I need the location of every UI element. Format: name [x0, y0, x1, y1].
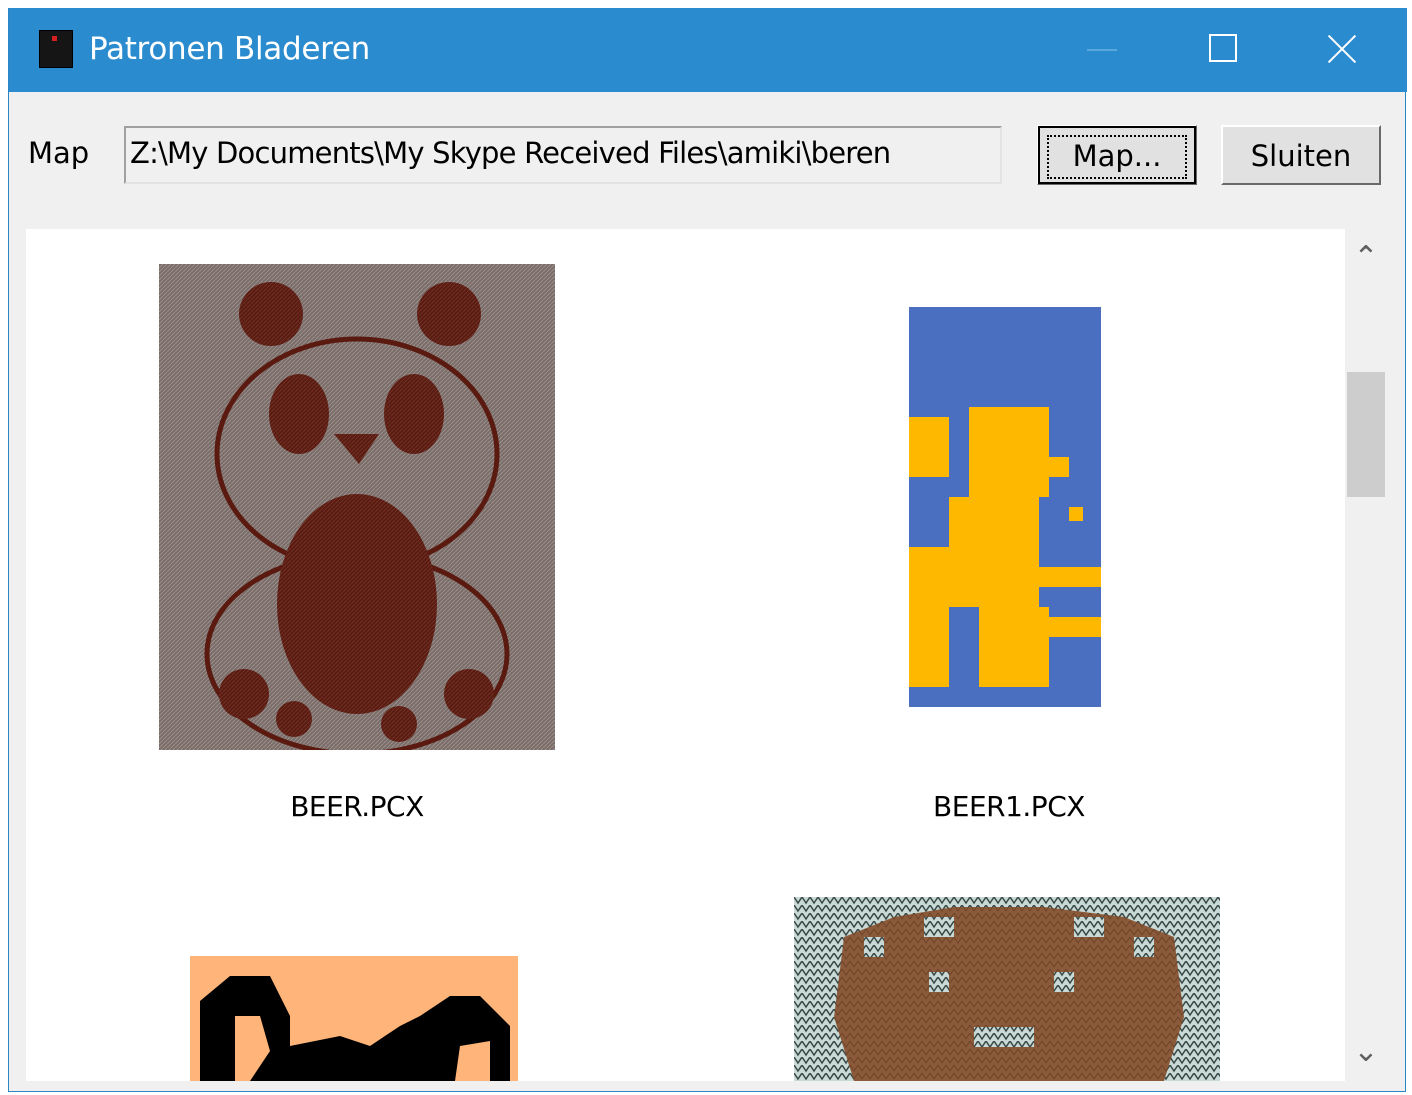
thumbnail-beer1-pcx[interactable] [909, 307, 1101, 707]
thumbnail-viewer[interactable]: BEER.PCX BEER1.PCX ⌃ ⌄ [26, 229, 1387, 1081]
vertical-scrollbar[interactable]: ⌃ ⌄ [1345, 229, 1387, 1081]
maximize-button[interactable] [1171, 8, 1271, 92]
thumbnail-3[interactable] [190, 956, 518, 1081]
app-icon[interactable] [39, 30, 73, 68]
patronen-bladeren-window: Patronen Bladeren Map Z:\My Documents\My… [8, 8, 1407, 1092]
thumbnail-beer-pcx[interactable] [159, 264, 555, 757]
minimize-button[interactable] [1052, 8, 1152, 92]
close-window-button[interactable] [1293, 8, 1393, 92]
chevron-up-icon[interactable]: ⌃ [1345, 233, 1387, 283]
title-bar[interactable]: Patronen Bladeren [9, 8, 1407, 92]
scrollbar-thumb[interactable] [1347, 372, 1385, 497]
map-label: Map [28, 136, 90, 170]
close-button[interactable]: Sluiten [1221, 125, 1381, 185]
thumbnail-4[interactable] [794, 897, 1220, 1081]
chevron-down-icon[interactable]: ⌄ [1345, 1027, 1387, 1077]
thumbnail-label: BEER.PCX [290, 790, 424, 823]
map-browse-button[interactable]: Map... [1037, 125, 1197, 185]
window-title: Patronen Bladeren [89, 31, 371, 67]
thumbnail-label: BEER1.PCX [933, 790, 1085, 823]
folder-path-field[interactable]: Z:\My Documents\My Skype Received Files\… [124, 126, 1002, 184]
map-browse-button-label: Map... [1046, 135, 1188, 179]
